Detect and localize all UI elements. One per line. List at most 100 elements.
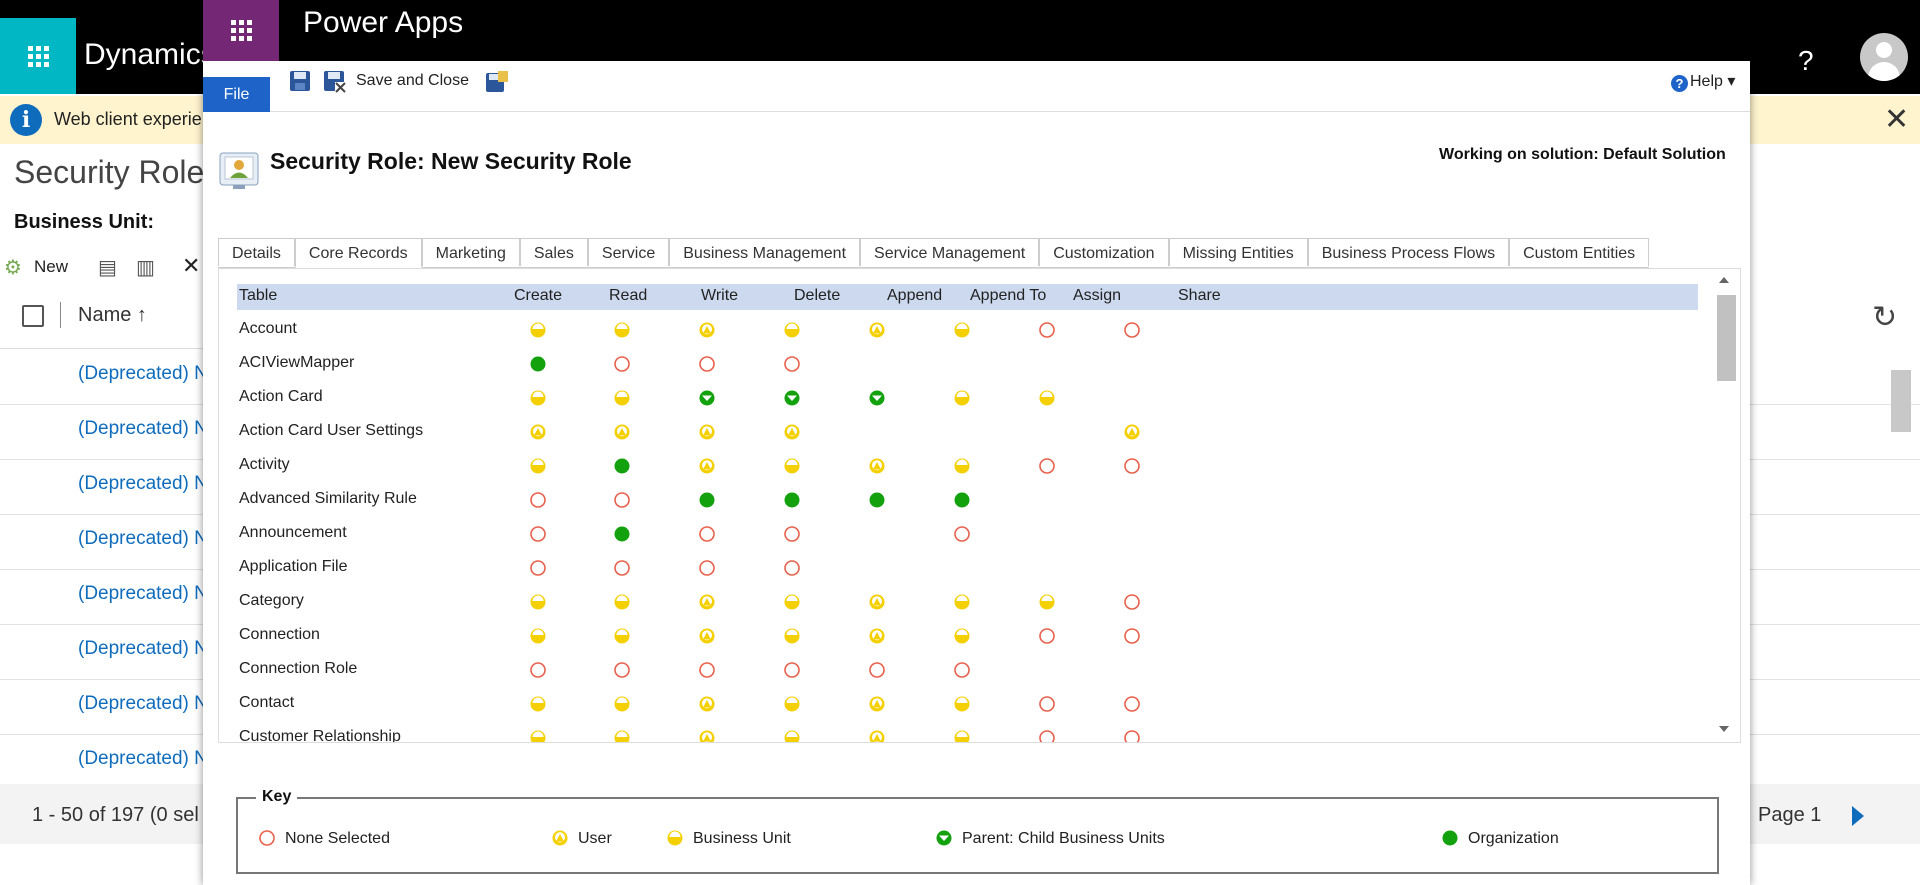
none-selected-icon[interactable]	[1038, 627, 1056, 645]
user-level-icon[interactable]	[698, 321, 716, 339]
refresh-icon[interactable]: ↻	[1872, 300, 1897, 335]
business-unit-level-icon[interactable]	[953, 695, 971, 713]
select-all-checkbox[interactable]	[22, 305, 44, 327]
tab-missing-entities[interactable]: Missing Entities	[1168, 238, 1308, 266]
table-row[interactable]: (Deprecated) N	[0, 514, 208, 570]
none-selected-icon[interactable]	[529, 491, 547, 509]
none-selected-icon[interactable]	[698, 525, 716, 543]
tab-details[interactable]: Details	[218, 238, 295, 266]
none-selected-icon[interactable]	[1123, 593, 1141, 611]
user-level-icon[interactable]	[868, 695, 886, 713]
copy-icon[interactable]: ▥	[136, 255, 155, 280]
none-selected-icon[interactable]	[953, 661, 971, 679]
business-unit-level-icon[interactable]	[529, 457, 547, 475]
none-selected-icon[interactable]	[1123, 457, 1141, 475]
user-level-icon[interactable]	[698, 423, 716, 441]
tab-sales[interactable]: Sales	[519, 238, 588, 266]
user-level-icon[interactable]	[868, 729, 886, 742]
tab-service[interactable]: Service	[587, 238, 670, 266]
none-selected-icon[interactable]	[1038, 457, 1056, 475]
business-unit-level-icon[interactable]	[783, 457, 801, 475]
table-row[interactable]: (Deprecated) N	[0, 624, 208, 680]
save-icon[interactable]	[289, 70, 311, 92]
role-name-link[interactable]: (Deprecated) N	[78, 363, 208, 385]
print-icon[interactable]: ▤	[98, 255, 117, 280]
business-unit-level-icon[interactable]	[1038, 593, 1056, 611]
table-row[interactable]: (Deprecated) N	[0, 404, 208, 460]
business-unit-level-icon[interactable]	[613, 321, 631, 339]
scroll-up-icon[interactable]	[1719, 277, 1729, 283]
none-selected-icon[interactable]	[529, 661, 547, 679]
none-selected-icon[interactable]	[783, 525, 801, 543]
role-name-link[interactable]: (Deprecated) N	[78, 583, 208, 605]
none-selected-icon[interactable]	[698, 559, 716, 577]
business-unit-level-icon[interactable]	[613, 389, 631, 407]
parent-child-level-icon[interactable]	[783, 389, 801, 407]
role-name-link[interactable]: (Deprecated) N	[78, 693, 208, 715]
user-level-icon[interactable]	[1123, 423, 1141, 441]
grid-scrollbar-thumb[interactable]	[1717, 295, 1736, 381]
none-selected-icon[interactable]	[1038, 695, 1056, 713]
organization-level-icon[interactable]	[613, 457, 631, 475]
background-app-launcher-button[interactable]	[0, 18, 76, 94]
role-name-link[interactable]: (Deprecated) N	[78, 638, 208, 660]
user-level-icon[interactable]	[698, 729, 716, 742]
none-selected-icon[interactable]	[613, 355, 631, 373]
none-selected-icon[interactable]	[783, 355, 801, 373]
tab-marketing[interactable]: Marketing	[421, 238, 520, 266]
business-unit-level-icon[interactable]	[1038, 389, 1056, 407]
delete-icon[interactable]: ✕	[182, 253, 200, 279]
none-selected-icon[interactable]	[529, 525, 547, 543]
business-unit-level-icon[interactable]	[529, 389, 547, 407]
user-level-icon[interactable]	[698, 457, 716, 475]
user-level-icon[interactable]	[783, 423, 801, 441]
none-selected-icon[interactable]	[613, 559, 631, 577]
none-selected-icon[interactable]	[783, 559, 801, 577]
business-unit-level-icon[interactable]	[613, 627, 631, 645]
scroll-down-icon[interactable]	[1719, 726, 1729, 732]
business-unit-level-icon[interactable]	[529, 627, 547, 645]
organization-level-icon[interactable]	[698, 491, 716, 509]
role-name-link[interactable]: (Deprecated) N	[78, 528, 208, 550]
tab-business-process-flows[interactable]: Business Process Flows	[1307, 238, 1510, 266]
organization-level-icon[interactable]	[783, 491, 801, 509]
table-row[interactable]: (Deprecated) N	[0, 459, 208, 515]
business-unit-level-icon[interactable]	[783, 321, 801, 339]
save-as-icon[interactable]	[485, 70, 509, 94]
tab-service-management[interactable]: Service Management	[860, 238, 1040, 266]
table-row[interactable]: (Deprecated) N	[0, 349, 208, 405]
organization-level-icon[interactable]	[529, 355, 547, 373]
business-unit-level-icon[interactable]	[613, 695, 631, 713]
business-unit-level-icon[interactable]	[953, 729, 971, 742]
organization-level-icon[interactable]	[868, 491, 886, 509]
organization-level-icon[interactable]	[953, 491, 971, 509]
file-tab[interactable]: File	[203, 77, 270, 112]
business-unit-level-icon[interactable]	[529, 593, 547, 611]
avatar[interactable]	[1860, 33, 1908, 81]
tab-business-management[interactable]: Business Management	[669, 238, 861, 266]
none-selected-icon[interactable]	[613, 491, 631, 509]
none-selected-icon[interactable]	[1123, 627, 1141, 645]
table-row[interactable]: (Deprecated) N	[0, 679, 208, 735]
business-unit-level-icon[interactable]	[613, 729, 631, 742]
none-selected-icon[interactable]	[1038, 321, 1056, 339]
save-and-close-button[interactable]: Save and Close	[356, 72, 469, 90]
business-unit-level-icon[interactable]	[953, 389, 971, 407]
none-selected-icon[interactable]	[868, 661, 886, 679]
none-selected-icon[interactable]	[698, 661, 716, 679]
user-level-icon[interactable]	[698, 627, 716, 645]
business-unit-level-icon[interactable]	[783, 593, 801, 611]
none-selected-icon[interactable]	[1038, 729, 1056, 742]
help-button[interactable]: ? Help ▾	[1671, 71, 1735, 92]
business-unit-level-icon[interactable]	[529, 695, 547, 713]
name-column-header[interactable]: Name ↑	[78, 304, 147, 327]
new-button[interactable]: New	[34, 257, 68, 277]
role-name-link[interactable]: (Deprecated) N	[78, 473, 208, 495]
none-selected-icon[interactable]	[1123, 321, 1141, 339]
organization-level-icon[interactable]	[613, 525, 631, 543]
business-unit-level-icon[interactable]	[953, 593, 971, 611]
user-level-icon[interactable]	[868, 627, 886, 645]
business-unit-level-icon[interactable]	[783, 695, 801, 713]
none-selected-icon[interactable]	[1123, 729, 1141, 742]
next-page-icon[interactable]	[1852, 806, 1864, 826]
